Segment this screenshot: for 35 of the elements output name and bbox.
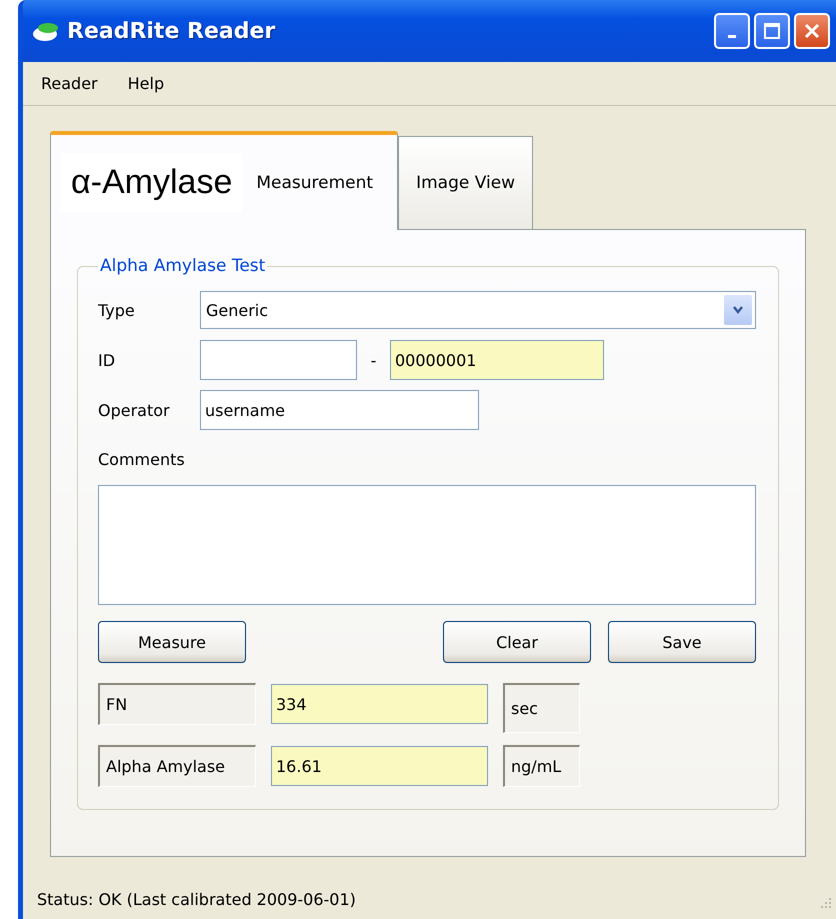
result-value-field[interactable]: 16.61 [271, 746, 488, 786]
unit-label: ng/mL [503, 745, 580, 787]
close-button[interactable] [794, 13, 830, 49]
measure-button[interactable]: Measure [98, 621, 246, 663]
tab[interactable]: α-Amylase Measurement [50, 131, 398, 230]
maximize-icon [763, 22, 781, 40]
close-icon [803, 22, 821, 40]
id-label: ID [98, 350, 116, 370]
minimize-button[interactable] [714, 13, 750, 49]
save-button[interactable]: Save [608, 621, 756, 663]
comments-label: Comments [98, 450, 186, 469]
clear-button[interactable]: Clear [443, 621, 591, 663]
result-value-field[interactable]: 334 [271, 684, 488, 724]
minimize-icon [728, 34, 736, 38]
id-separator: - [370, 350, 378, 370]
operator-label: Operator [98, 400, 171, 420]
type-label: Type [98, 300, 136, 320]
id-number-field[interactable]: 00000001 [390, 340, 604, 380]
resize-grip-icon [820, 897, 832, 909]
tab-label: Image View [416, 173, 516, 193]
result-name: FN [98, 683, 256, 725]
tab-label: Measurement [256, 172, 374, 192]
id-prefix-field[interactable] [200, 340, 357, 380]
type-dropdown[interactable]: Generic [200, 291, 756, 329]
operator-field[interactable]: username [200, 390, 479, 430]
result-name: Alpha Amylase [98, 745, 256, 787]
group-title: Alpha Amylase Test [99, 256, 266, 276]
unit-label: sec [503, 683, 580, 733]
comments-field[interactable] [98, 485, 756, 605]
maximize-button[interactable] [754, 13, 790, 49]
tab[interactable]: Image View [398, 136, 534, 229]
menu-item[interactable]: Reader [41, 74, 98, 93]
status-text: Status: OK (Last calibrated 2009-06-01) [37, 890, 356, 909]
menu-item[interactable]: Help [128, 74, 164, 93]
window-title: ReadRite Reader [67, 18, 276, 44]
